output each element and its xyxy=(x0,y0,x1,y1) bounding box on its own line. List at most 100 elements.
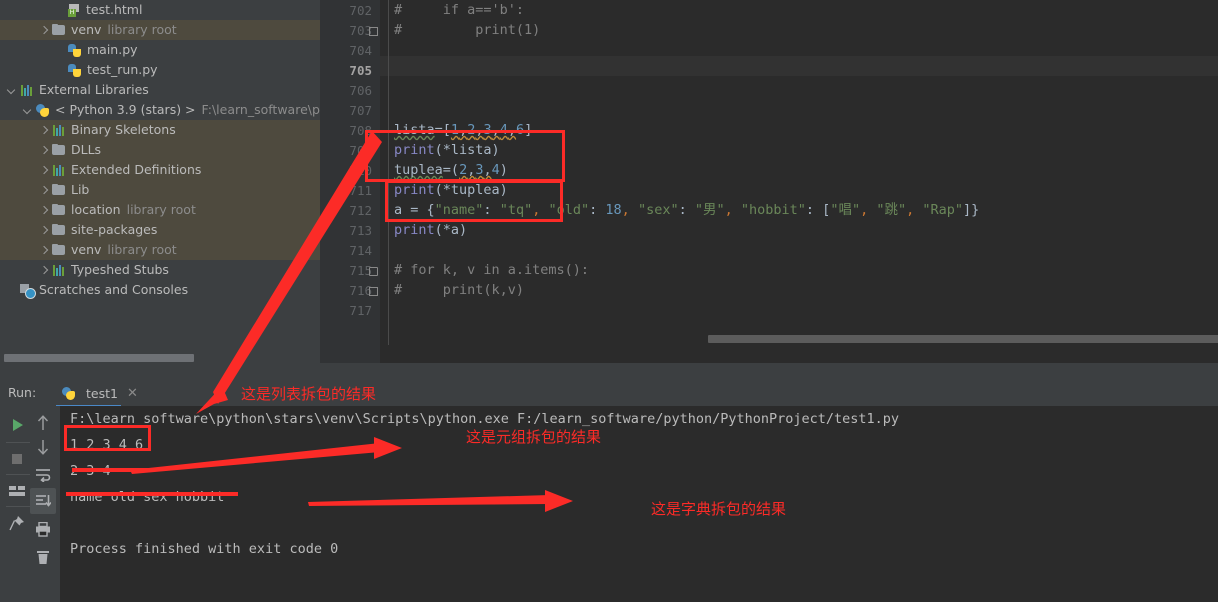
code-line[interactable]: # if a=='b': xyxy=(380,0,1218,20)
run-tab-test1[interactable]: test1 ✕ xyxy=(56,381,144,405)
library-bars-icon xyxy=(52,264,66,276)
tree-item-lib[interactable]: Lib xyxy=(0,180,320,200)
console-line: 1 2 3 4 6 xyxy=(70,437,144,453)
tree-item-scratches-and-consoles[interactable]: Scratches and Consoles xyxy=(0,280,320,300)
tree-item-sublabel: library root xyxy=(107,242,177,257)
folder-icon xyxy=(52,184,66,196)
line-number: 702 xyxy=(349,3,372,18)
scroll-to-end-button[interactable] xyxy=(30,488,56,514)
code-line[interactable]: print(*tuplea) xyxy=(380,180,1218,200)
code-line[interactable]: lista=[1,2,3,4,6] xyxy=(380,120,1218,140)
folder-icon xyxy=(52,244,66,256)
tree-item-test-run-py[interactable]: test_run.py xyxy=(0,60,320,80)
line-number: 711 xyxy=(349,183,372,198)
chevron-down-icon[interactable] xyxy=(6,85,17,96)
chevron-right-icon[interactable] xyxy=(38,265,49,276)
code-line[interactable] xyxy=(380,40,1218,60)
code-folding-marker[interactable] xyxy=(368,261,378,281)
ide-window: test.html venv library root main.py test_run… xyxy=(0,0,1218,602)
chevron-right-icon[interactable] xyxy=(38,225,49,236)
code-line[interactable] xyxy=(380,100,1218,120)
line-number: 709 xyxy=(349,143,372,158)
tree-item-label: Extended Definitions xyxy=(71,162,202,177)
tree-item-typeshed-stubs[interactable]: Typeshed Stubs xyxy=(0,260,320,280)
code-line[interactable]: # print(k,v) xyxy=(380,280,1218,300)
tree-item-label: Typeshed Stubs xyxy=(71,262,169,277)
code-line[interactable]: # print(1) xyxy=(380,20,1218,40)
tree-item-python-3-9-stars[interactable]: < Python 3.9 (stars) > F:\learn_software\… xyxy=(0,100,320,120)
layout-button[interactable] xyxy=(4,478,30,504)
print-button[interactable] xyxy=(30,516,56,542)
tree-item-label: site-packages xyxy=(71,222,158,237)
run-console-output[interactable]: F:\learn_software\python\stars\venv\Scri… xyxy=(60,406,1218,602)
tree-item-venv[interactable]: venv library root xyxy=(0,20,320,40)
line-number: 710 xyxy=(349,163,372,178)
tree-item-extended-definitions[interactable]: Extended Definitions xyxy=(0,160,320,180)
tree-item-label: test_run.py xyxy=(87,62,158,77)
run-button[interactable] xyxy=(4,412,30,438)
pin-button[interactable] xyxy=(4,510,30,536)
tree-item-label: venv xyxy=(71,22,102,37)
toolbar-divider xyxy=(6,442,30,443)
code-line[interactable] xyxy=(380,300,1218,320)
run-tool-window: Run: test1 ✕ F:\learn_software\python\st… xyxy=(0,363,1218,602)
soft-wrap-button[interactable] xyxy=(30,462,56,488)
project-horizontal-scrollbar[interactable] xyxy=(0,352,320,363)
toolbar-divider xyxy=(6,506,30,507)
chevron-right-icon[interactable] xyxy=(38,245,49,256)
run-label: Run: xyxy=(8,385,37,400)
code-line[interactable] xyxy=(380,80,1218,100)
tree-item-label: main.py xyxy=(87,42,138,57)
editor-code-area[interactable]: # if a=='b': # print(1) lista=[1,2,3,4,6]… xyxy=(380,0,1218,345)
project-scrollbar-thumb[interactable] xyxy=(4,354,194,362)
tree-item-binary-skeletons[interactable]: Binary Skeletons xyxy=(0,120,320,140)
scroll-down-button[interactable] xyxy=(30,434,56,460)
run-toolbar[interactable] xyxy=(0,406,60,602)
library-bars-icon xyxy=(52,164,66,176)
line-number: 717 xyxy=(349,303,372,318)
console-line: F:\learn_software\python\stars\venv\Scri… xyxy=(70,411,900,427)
stop-button[interactable] xyxy=(4,446,30,472)
project-tree[interactable]: test.html venv library root main.py test_run… xyxy=(0,0,320,300)
code-line[interactable]: print(*a) xyxy=(380,220,1218,240)
tree-item-label: External Libraries xyxy=(39,82,149,97)
console-line: Process finished with exit code 0 xyxy=(70,541,339,557)
code-line[interactable]: # for k, v in a.items(): xyxy=(380,260,1218,280)
code-line[interactable] xyxy=(380,240,1218,260)
tree-item-label: DLLs xyxy=(71,142,102,157)
chevron-right-icon[interactable] xyxy=(38,165,49,176)
tree-item-label: < Python 3.9 (stars) > xyxy=(55,102,196,117)
editor-bottom-strip xyxy=(380,351,1218,363)
code-line[interactable] xyxy=(380,60,1218,80)
tree-item-test-html[interactable]: test.html xyxy=(0,0,320,20)
chevron-down-icon[interactable] xyxy=(22,105,33,116)
chevron-right-icon[interactable] xyxy=(38,185,49,196)
code-line[interactable]: print(*lista) xyxy=(380,140,1218,160)
library-bars-icon xyxy=(20,84,34,96)
tree-item-label: test.html xyxy=(86,2,143,17)
editor-horizontal-scrollbar[interactable] xyxy=(708,335,1218,343)
code-folding-marker[interactable] xyxy=(368,281,378,301)
code-folding-marker[interactable] xyxy=(368,21,378,41)
chevron-right-icon[interactable] xyxy=(38,205,49,216)
tree-item-dlls[interactable]: DLLs xyxy=(0,140,320,160)
tree-item-venv[interactable]: venv library root xyxy=(0,240,320,260)
chevron-right-icon[interactable] xyxy=(38,125,49,136)
code-editor[interactable]: 702 703 704 705 706 707 708 709 710 711 712 713 714 7… xyxy=(320,0,1218,363)
console-line: 2 3 4 xyxy=(70,463,111,479)
tree-item-external-libraries[interactable]: External Libraries xyxy=(0,80,320,100)
tree-item-location[interactable]: location library root xyxy=(0,200,320,220)
tree-item-main-py[interactable]: main.py xyxy=(0,40,320,60)
chevron-right-icon[interactable] xyxy=(38,25,49,36)
code-line[interactable]: tuplea=(2,3,4) xyxy=(380,160,1218,180)
editor-gutter[interactable]: 702 703 704 705 706 707 708 709 710 711 712 713 714 7… xyxy=(320,0,380,363)
chevron-right-icon[interactable] xyxy=(38,145,49,156)
tree-item-label: Scratches and Consoles xyxy=(39,282,189,297)
clear-all-button[interactable] xyxy=(30,544,56,570)
line-number: 713 xyxy=(349,223,372,238)
tree-item-site-packages[interactable]: site-packages xyxy=(0,220,320,240)
close-icon[interactable]: ✕ xyxy=(127,386,138,401)
project-tool-window[interactable]: test.html venv library root main.py test_run… xyxy=(0,0,320,363)
scroll-up-button[interactable] xyxy=(30,410,56,436)
code-line[interactable]: a = {"name": "tq", "old": 18, "sex": "男"… xyxy=(380,200,1218,220)
